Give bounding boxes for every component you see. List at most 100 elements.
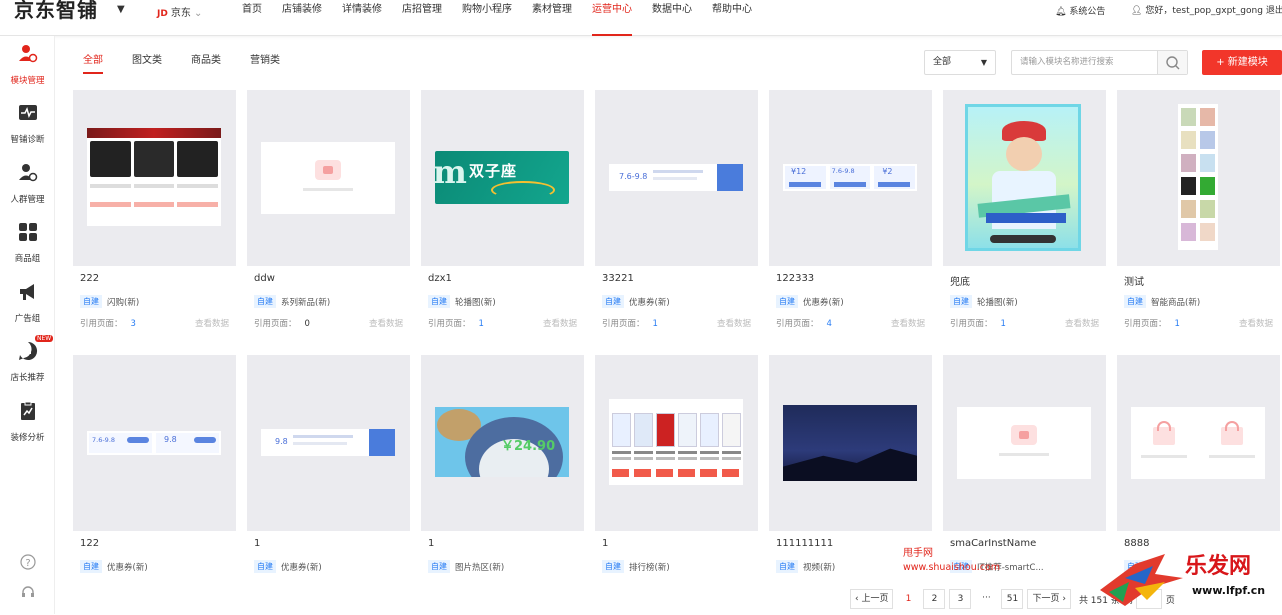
jd-logo[interactable]: 京东智铺: [14, 0, 98, 23]
new-module-button[interactable]: + 新建模块: [1202, 50, 1282, 75]
category-tabs: 全部 图文类 商品类 营销类: [83, 54, 309, 74]
type-select-value: 全部: [933, 57, 952, 67]
sidebar-item[interactable]: 装修分析: [0, 401, 55, 444]
tab-item[interactable]: 全部: [83, 54, 103, 74]
search-input[interactable]: 请输入模块名称进行搜索: [1020, 51, 1114, 74]
module-name: 测试: [1124, 277, 1144, 288]
sidebar-item[interactable]: 广告组: [0, 282, 55, 325]
module-card[interactable]: ¥12 7.6-9.8 ¥2 122333 自建 优惠券(新) 引用页面： 4 查看数据: [769, 90, 932, 350]
page-number[interactable]: 1: [897, 589, 920, 609]
module-card[interactable]: 1 自建 排行榜(新): [595, 355, 758, 615]
module-tags: 自建 优惠券(新): [776, 295, 844, 308]
module-thumbnail[interactable]: [247, 90, 410, 266]
user-area[interactable]: 👤︎ 您好，test_pop_gxpt_gong 退出: [1131, 3, 1282, 16]
sidebar-item[interactable]: 店长推荐 NEW: [0, 335, 55, 384]
nav-item[interactable]: 数据中心: [652, 0, 692, 36]
module-type: 系列新品(新): [281, 297, 331, 308]
nav-item[interactable]: 运营中心: [592, 0, 632, 36]
module-thumbnail[interactable]: 7.6-9.8 9.8: [73, 355, 236, 531]
module-card[interactable]: 222 自建 闪购(新) 引用页面： 3 查看数据: [73, 90, 236, 350]
module-thumbnail[interactable]: ¥12 7.6-9.8 ¥2: [769, 90, 932, 266]
module-card[interactable]: 7.6-9.8 33221 自建 优惠券(新) 引用页面： 1 查看数据: [595, 90, 758, 350]
module-thumbnail[interactable]: [943, 355, 1106, 531]
module-tags: 自建 系列新品(新): [254, 295, 330, 308]
main-nav: 首页 店铺装修 详情装修 店招管理 购物小程序 素材管理 运营中心 数据中心 帮助中心: [242, 0, 772, 36]
sidebar-item[interactable]: 商品组: [0, 222, 55, 265]
sidebar-item[interactable]: 智铺诊断: [0, 103, 55, 146]
module-card[interactable]: 兜底 自建 轮播图(新) 引用页面： 1 查看数据: [943, 90, 1106, 350]
view-data-link[interactable]: 查看数据: [1065, 317, 1099, 329]
nav-item[interactable]: 素材管理: [532, 0, 572, 36]
module-thumbnail[interactable]: [943, 90, 1106, 266]
module-thumbnail[interactable]: [769, 355, 932, 531]
module-thumbnail[interactable]: [595, 355, 758, 531]
search-button[interactable]: [1157, 51, 1187, 74]
prev-page-button[interactable]: ‹ 上一页: [850, 589, 894, 609]
module-card[interactable]: ddw 自建 系列新品(新) 引用页面： 0 查看数据: [247, 90, 410, 350]
reference-label: 引用页面：: [602, 319, 645, 329]
module-tags: 自建 优惠券(新): [254, 560, 322, 573]
reference-value[interactable]: 4: [827, 319, 832, 329]
view-data-link[interactable]: 查看数据: [369, 317, 403, 329]
module-card[interactable]: m 双子座 dzx1 自建 轮播图(新) 引用页面： 1 查看数据: [421, 90, 584, 350]
module-card[interactable]: smaCarInstName 自建 IT推荐-smartC...: [943, 355, 1106, 615]
module-card[interactable]: 9.8 1 自建 优惠券(新): [247, 355, 410, 615]
reference-value[interactable]: 1: [653, 319, 658, 329]
module-thumbnail[interactable]: 7.6-9.8: [595, 90, 758, 266]
module-card[interactable]: 111111111 自建 视频(新): [769, 355, 932, 615]
module-thumbnail[interactable]: 9.8: [247, 355, 410, 531]
view-data-link[interactable]: 查看数据: [891, 317, 925, 329]
page-number[interactable]: 2: [923, 589, 946, 609]
page-number[interactable]: 3: [949, 589, 972, 609]
nav-item[interactable]: 店铺装修: [282, 0, 322, 36]
self-built-tag: 自建: [428, 295, 450, 308]
module-name: 222: [80, 273, 100, 284]
module-card[interactable]: 测试 自建 智能商品(新) 引用页面： 1 查看数据: [1117, 90, 1280, 350]
tab-item[interactable]: 营销类: [250, 54, 280, 74]
module-thumbnail[interactable]: [1117, 90, 1280, 266]
module-tags: 自建 智能商品(新): [1124, 295, 1200, 308]
module-thumbnail[interactable]: [73, 90, 236, 266]
sidebar-item-label: 人群管理: [10, 195, 45, 205]
sidebar-item[interactable]: 模块管理: [0, 44, 55, 87]
nav-item[interactable]: 首页: [242, 0, 262, 36]
view-data-link[interactable]: 查看数据: [195, 317, 229, 329]
page-number[interactable]: 51: [1001, 589, 1024, 609]
module-thumbnail[interactable]: m 双子座: [421, 90, 584, 266]
type-select[interactable]: 全部 ▼: [924, 50, 996, 75]
tab-item[interactable]: 图文类: [132, 54, 162, 74]
store-switcher[interactable]: JD 京东 ⌄: [157, 4, 202, 19]
headset-icon[interactable]: [0, 584, 55, 604]
reference-value[interactable]: 1: [1175, 319, 1180, 329]
reference-value[interactable]: 0: [305, 319, 310, 329]
self-built-tag: 自建: [254, 295, 276, 308]
module-card[interactable]: 7.6-9.8 9.8 122 自建 优惠券(新): [73, 355, 236, 615]
view-data-link[interactable]: 查看数据: [1239, 317, 1273, 329]
logo-dropdown-icon[interactable]: ▼: [117, 4, 125, 15]
module-card[interactable]: ￥24.90 1 自建 图片热区(新): [421, 355, 584, 615]
reference-value[interactable]: 1: [1001, 319, 1006, 329]
caret-down-icon: ▼: [980, 58, 987, 67]
announcement-link[interactable]: 🔔︎ 系统公告: [1055, 4, 1105, 17]
module-thumbnail[interactable]: ￥24.90: [421, 355, 584, 531]
reference-value[interactable]: 3: [131, 319, 136, 329]
user-icon: 👤︎: [1131, 6, 1143, 16]
module-tags: 自建 视频(新): [776, 560, 835, 573]
reference-value[interactable]: 1: [479, 319, 484, 329]
sidebar-item[interactable]: 人群管理: [0, 163, 55, 206]
next-page-button[interactable]: 下一页 ›: [1027, 589, 1071, 609]
view-data-link[interactable]: 查看数据: [717, 317, 751, 329]
module-name: smaCarInstName: [950, 538, 1037, 549]
nav-item[interactable]: 详情装修: [342, 0, 382, 36]
tab-item[interactable]: 商品类: [191, 54, 221, 74]
module-thumbnail[interactable]: [1117, 355, 1280, 531]
bell-icon: 🔔︎: [1055, 7, 1067, 17]
logout-link[interactable]: 退出: [1266, 6, 1282, 16]
module-name: 33221: [602, 273, 634, 284]
help-icon[interactable]: ?: [0, 554, 55, 574]
nav-item[interactable]: 购物小程序: [462, 0, 512, 36]
nav-item[interactable]: 店招管理: [402, 0, 442, 36]
view-data-link[interactable]: 查看数据: [543, 317, 577, 329]
nav-item[interactable]: 帮助中心: [712, 0, 752, 36]
module-type: 闪购(新): [107, 297, 140, 308]
